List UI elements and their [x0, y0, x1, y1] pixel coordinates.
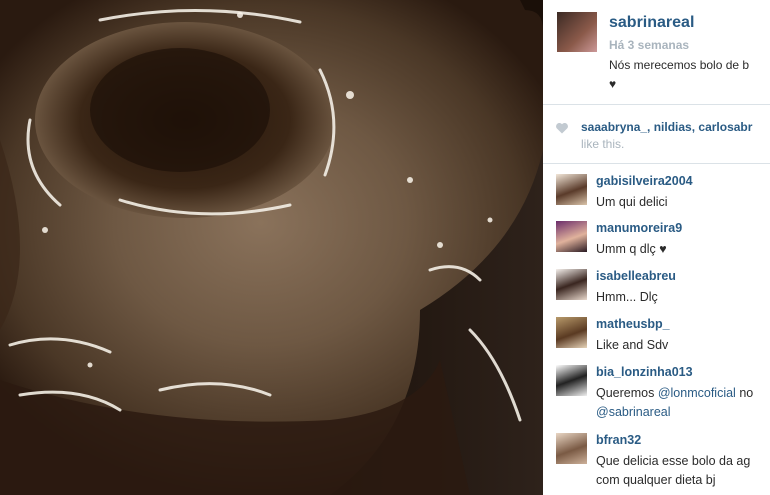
comment-item: bfran32 Que delicia esse bolo da ag com …: [556, 433, 770, 493]
comment-username[interactable]: isabelleabreu: [596, 269, 676, 283]
comment-item: manumoreira9 Umm q dlç ♥: [556, 221, 770, 261]
comment-username[interactable]: matheusbp_: [596, 317, 670, 331]
comment-text: Um qui delici: [596, 195, 668, 209]
caption-line: Nós merecemos bolo de b: [609, 58, 750, 72]
likes-users[interactable]: saaabryna_, nildias, carlosabr: [581, 120, 752, 134]
comment-item: bia_lonzinha013 Queremos @lonmcoficial n…: [556, 365, 770, 425]
owner-username[interactable]: sabrinareal: [609, 14, 694, 32]
mention-link[interactable]: @lonmcoficial: [658, 386, 736, 400]
comment-item: gabisilveira2004 Um qui delici: [556, 174, 770, 214]
avatar[interactable]: [556, 365, 587, 396]
comment-username[interactable]: bia_lonzinha013: [596, 365, 693, 379]
mention-link[interactable]: @sabrinareal: [596, 405, 671, 419]
comment-item: matheusbp_ Like and Sdv: [556, 317, 770, 357]
comment-username[interactable]: manumoreira9: [596, 221, 682, 235]
comment-text: Queremos @lonmcoficial no @sabrinareal: [596, 384, 753, 422]
comment-text-part: Queremos: [596, 386, 658, 400]
avatar[interactable]: [556, 317, 587, 348]
avatar[interactable]: [556, 269, 587, 300]
comment-username[interactable]: gabisilveira2004: [596, 174, 693, 188]
comment-text-line: com qualquer dieta bj: [596, 473, 716, 487]
post-caption: Nós merecemos bolo de b ♥: [609, 56, 749, 94]
comment-item: isabelleabreu Hmm... Dlç: [556, 269, 770, 309]
post-timestamp[interactable]: Há 3 semanas: [609, 38, 689, 52]
comment-text: Like and Sdv: [596, 338, 669, 352]
comment-text: Que delicia esse bolo da ag com qualquer…: [596, 452, 750, 490]
comment-text: Hmm... Dlç: [596, 290, 658, 304]
avatar[interactable]: [556, 433, 587, 464]
caption-line: ♥: [609, 77, 617, 91]
comment-text: Umm q dlç ♥: [596, 242, 667, 256]
post-photo[interactable]: [0, 0, 543, 495]
avatar[interactable]: [557, 12, 597, 52]
divider: [543, 163, 770, 164]
avatar[interactable]: [556, 221, 587, 252]
cake-image: [0, 0, 543, 495]
heart-icon[interactable]: [555, 121, 569, 135]
avatar[interactable]: [556, 174, 587, 205]
likes-suffix: like this.: [581, 137, 625, 151]
divider: [543, 104, 770, 105]
comment-username[interactable]: bfran32: [596, 433, 641, 447]
comment-text-part: no: [735, 386, 754, 400]
post-sidebar: sabrinareal Há 3 semanas Nós merecemos b…: [543, 0, 770, 495]
comment-text-line: Que delicia esse bolo da ag: [596, 454, 751, 468]
